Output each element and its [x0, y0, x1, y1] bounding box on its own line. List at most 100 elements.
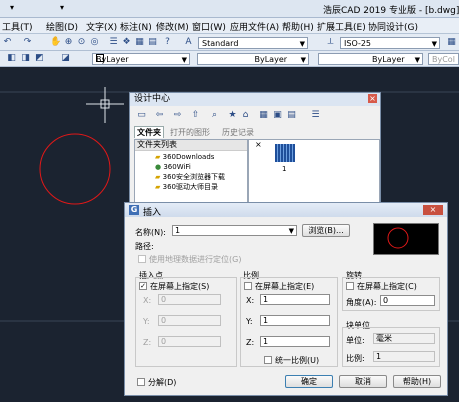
design-center-toolbar: ▭ ⇦ ⇨ ⇧ ⌕ ★ ⌂ ▦ ▣ ▤ ☰	[134, 109, 378, 123]
menu-item-draw[interactable]: 绘图(D)	[46, 20, 78, 33]
insert-titlebar[interactable]: G 插入 ×	[125, 203, 447, 218]
undo-icon[interactable]: ↶	[2, 37, 13, 48]
angle-input[interactable]: 0	[380, 295, 435, 306]
views-icon[interactable]: ☰	[310, 110, 321, 121]
scale-y-input[interactable]: 1	[260, 315, 330, 326]
close-icon[interactable]: ×	[368, 94, 377, 103]
qat-dropdown[interactable]: ▾	[10, 3, 14, 12]
color-select[interactable]: ByLayer ▼	[92, 53, 190, 65]
properties-icon[interactable]: ☰	[108, 37, 119, 48]
design-center-titlebar[interactable]: 设计中心 ×	[130, 93, 380, 106]
insert-z-label: Z:	[143, 338, 152, 347]
layer-state-icon[interactable]: ◨	[20, 53, 31, 64]
linetype-select[interactable]: ByLayer ▼	[197, 53, 309, 65]
explode-label: 分解(D)	[148, 378, 177, 387]
tab-folders[interactable]: 文件夹	[134, 126, 164, 138]
red-circle	[39, 133, 111, 205]
description-icon[interactable]: ▤	[286, 110, 297, 121]
folder-icon: ▰	[155, 153, 161, 161]
help-button[interactable]: 帮助(H)	[393, 375, 441, 388]
menu-item-app-files[interactable]: 应用文件(A)	[230, 20, 279, 33]
search-icon[interactable]: ⌕	[209, 110, 220, 121]
content-close-icon[interactable]: ×	[255, 140, 262, 149]
scale-onscreen-checkbox[interactable]	[244, 282, 252, 290]
list-item[interactable]: ▰ 360安全浏览器下载	[155, 172, 225, 182]
insert-y-input[interactable]: 0	[158, 315, 221, 326]
design-center-icon[interactable]: ❖	[121, 37, 132, 48]
block-name-combo[interactable]: 1 ▼	[172, 225, 297, 236]
tool-palette-icon[interactable]: ▦	[134, 37, 145, 48]
back-icon[interactable]: ⇦	[154, 110, 165, 121]
zoom-realtime-icon[interactable]: ⊕	[63, 37, 74, 48]
insert-x-input[interactable]: 0	[158, 294, 221, 305]
dim-style-value: ISO-25	[344, 39, 372, 48]
folder-label: 360安全浏览器下载	[162, 173, 225, 181]
plot-style-value: ByCol	[432, 55, 455, 64]
lineweight-select[interactable]: ByLayer ▼	[318, 53, 423, 65]
close-icon[interactable]: ×	[423, 205, 443, 215]
load-icon[interactable]: ▭	[136, 110, 147, 121]
title-bar: ▾ ▾ 浩辰CAD 2019 专业版 - [b.dwg]	[0, 0, 459, 18]
menu-bar: 工具(T) 绘图(D) 文字(X) 标注(N) 修改(M) 窗口(W) 应用文件…	[0, 18, 459, 34]
color-value: ByLayer	[96, 55, 129, 64]
folder-icon: ▰	[155, 183, 161, 191]
dim-style-select[interactable]: ISO-25 ▼	[340, 37, 440, 49]
drawing-thumbnail-icon[interactable]	[275, 144, 295, 162]
tab-open-drawings[interactable]: 打开的图形	[170, 127, 210, 138]
pan-icon[interactable]: ✋	[50, 37, 61, 48]
chevron-down-icon: ▼	[300, 56, 306, 64]
preview-circle	[387, 227, 409, 249]
insert-z-input[interactable]: 0	[158, 336, 221, 347]
preview-icon[interactable]: ▣	[272, 110, 283, 121]
angle-label: 角度(A):	[346, 298, 377, 307]
list-item[interactable]: ▰ 360驱动大师目录	[155, 182, 225, 192]
menu-item-dimension[interactable]: 标注(N)	[120, 20, 152, 33]
scale-x-input[interactable]: 1	[260, 294, 330, 305]
unit-value: 毫米	[373, 333, 435, 344]
match-layer-icon[interactable]: ◪	[60, 53, 71, 64]
list-item[interactable]: ▰ 360Downloads	[155, 152, 225, 162]
chevron-down-icon: ▼	[288, 227, 294, 235]
geo-checkbox[interactable]	[138, 255, 146, 263]
ok-button[interactable]: 确定	[285, 375, 333, 388]
cancel-button[interactable]: 取消	[339, 375, 387, 388]
menu-item-window[interactable]: 窗口(W)	[192, 20, 226, 33]
folder-tree: 文件夹列表 ▰ 360Downloads ● 360WiFi ▰ 360安全浏览…	[134, 139, 248, 205]
browse-button[interactable]: 浏览(B)...	[302, 224, 350, 237]
menu-item-tools[interactable]: 工具(T)	[2, 20, 33, 33]
help-icon[interactable]: ?	[162, 37, 173, 48]
menu-item-text[interactable]: 文字(X)	[86, 20, 117, 33]
forward-icon[interactable]: ⇨	[172, 110, 183, 121]
zoom-window-icon[interactable]: ⊙	[76, 37, 87, 48]
unit-label: 单位:	[346, 336, 365, 345]
uniform-scale-checkbox[interactable]	[264, 356, 272, 364]
layer-previous-icon[interactable]: ◩	[34, 53, 45, 64]
menu-item-help[interactable]: 帮助(H)	[282, 20, 314, 33]
block-preview	[373, 223, 439, 255]
home-icon[interactable]: ⌂	[240, 110, 251, 121]
tab-history[interactable]: 历史记录	[222, 127, 254, 138]
favorites-icon[interactable]: ★	[227, 110, 238, 121]
redo-icon[interactable]: ↷	[22, 37, 33, 48]
insert-dialog: G 插入 × 名称(N): 1 ▼ 浏览(B)... 路径: 使用地理数据进行定位…	[124, 202, 448, 396]
menu-item-modify[interactable]: 修改(M)	[156, 20, 189, 33]
explode-checkbox[interactable]	[137, 378, 145, 386]
text-style-select[interactable]: Standard ▼	[198, 37, 308, 49]
calculator-icon[interactable]: ▤	[147, 37, 158, 48]
tree-toggle-icon[interactable]: ▦	[258, 110, 269, 121]
plot-style-select[interactable]: ByCol	[428, 53, 459, 65]
path-label: 路径:	[135, 242, 154, 251]
insert-onscreen-checkbox[interactable]: ✓	[139, 282, 147, 290]
preview-graphic	[387, 227, 409, 249]
menu-item-ext-tools[interactable]: 扩展工具(E)	[317, 20, 366, 33]
design-center-title: 设计中心	[134, 94, 171, 104]
chevron-down-icon: ▼	[414, 56, 420, 64]
list-item[interactable]: ● 360WiFi	[155, 162, 225, 172]
menu-item-collab[interactable]: 协同设计(G)	[368, 20, 418, 33]
layer-icon[interactable]: ◧	[6, 53, 17, 64]
rotation-onscreen-checkbox[interactable]	[346, 282, 354, 290]
scale-z-input[interactable]: 1	[260, 336, 330, 347]
qat-more[interactable]: ▾	[60, 3, 64, 12]
zoom-previous-icon[interactable]: ◎	[89, 37, 100, 48]
up-icon[interactable]: ⇧	[190, 110, 201, 121]
